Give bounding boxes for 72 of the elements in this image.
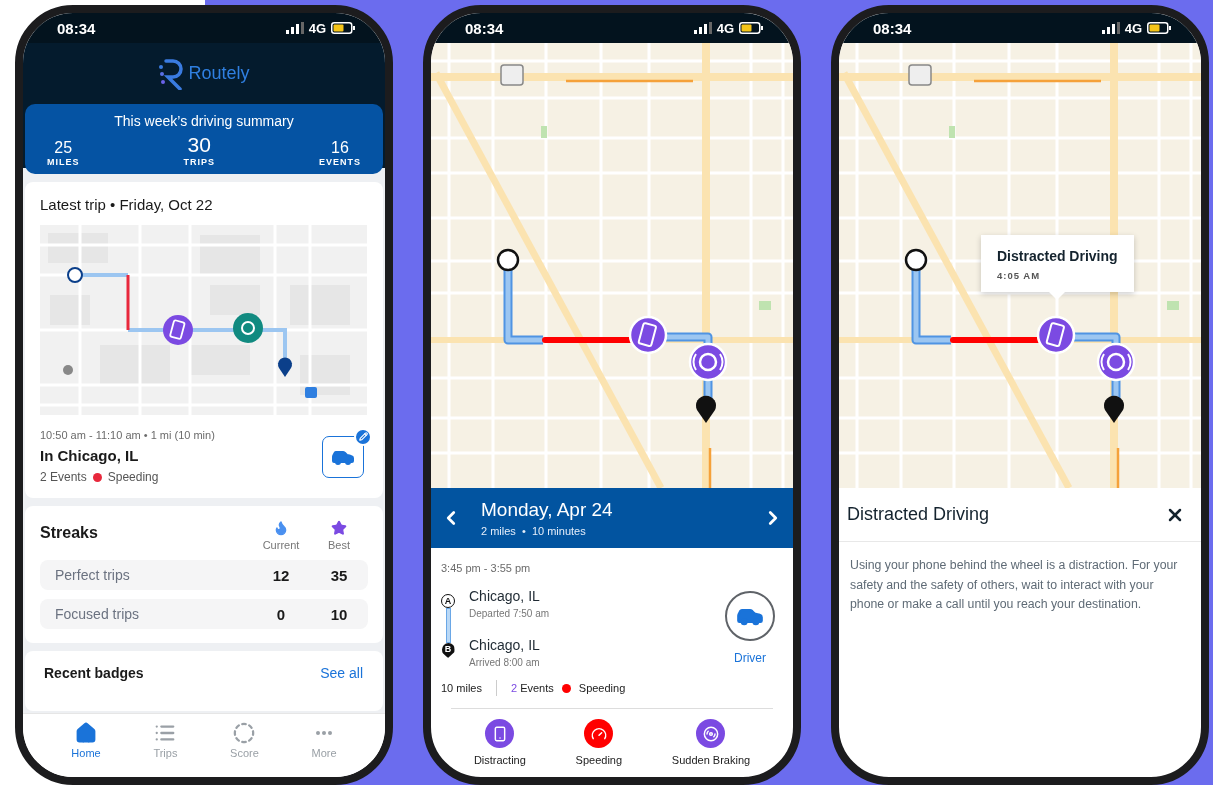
stop-name: Chicago, IL [469,588,541,604]
battery-icon [331,22,355,34]
route-connector [445,608,451,643]
event-type-label: Sudden Braking [671,754,751,766]
trip-time: 10:50 am - 11:10 am • 1 mi (10 min) [40,429,215,441]
trip-date: Monday, Apr 24 [481,499,614,521]
trip-summary: 2 miles • 10 minutes [481,525,587,537]
tooltip-title: Distracted Driving [997,248,1118,264]
house-icon [75,722,97,744]
see-all-link[interactable]: See all [320,665,363,681]
stat-value: 16 [331,139,349,157]
stat-value: 30 [187,133,211,157]
stop-name: Chicago, IL [469,637,541,653]
streak-label: Focused trips [55,606,141,622]
panel-title: Distracted Driving [847,504,990,525]
network-label: 4G [1124,20,1142,36]
event-label: Speeding [107,470,159,484]
stat-label: EVENTS [318,157,361,167]
app-name: Routely [188,63,250,84]
battery-icon [1147,22,1171,34]
card-title: Streaks [40,524,98,542]
star-icon [331,520,347,536]
dashed-circle-icon [233,722,256,744]
signal-icon [693,22,712,34]
end-marker: B [441,643,455,658]
battery-icon [739,22,763,34]
event-count: 2 Events [40,470,87,484]
event-type-label: Speeding [575,754,623,766]
streak-best: 35 [329,566,349,584]
logo-icon [158,57,185,90]
status-time: 08:34 [57,19,96,37]
latest-trip-card[interactable]: Latest trip • Friday, Oct 22 10:50 am - 11:10 am • 1 mi (10 min) In Chicago, IL 2 Events Speeding [25,182,383,498]
event-type-label: Distracting [473,754,526,766]
status-time: 08:34 [873,19,912,37]
nav-tab[interactable]: Trips [147,722,184,766]
streak-best: 10 [329,605,349,623]
nav-tab[interactable]: Home [65,722,107,766]
card-title: Recent badges [44,665,144,681]
signal-icon [1101,22,1120,34]
trip-distance: 10 miles [441,682,482,694]
stat-label: MILES [47,157,80,167]
network-label: 4G [308,20,326,36]
network-label: 4G [716,20,734,36]
column-label: Current [262,539,300,551]
column-label: Best [328,539,350,551]
summary-title: This week’s driving summary [113,113,295,129]
trip-time: 3:45 pm - 3:55 pm [441,562,532,574]
vehicle-button[interactable] [322,435,364,478]
edit-icon[interactable] [354,427,372,446]
nav-tab[interactable]: Score [224,722,265,766]
driver-label: Driver [734,651,766,665]
start-marker: A [441,594,455,608]
stop-time: Departed 7:50 am [469,608,550,619]
card-title: Latest trip • Friday, Oct 22 [40,196,214,213]
list-icon [154,722,177,744]
streak-current: 0 [275,605,287,623]
flame-icon [273,520,289,536]
nav-tab[interactable]: More [305,722,343,766]
event-count: 2 Events [510,682,554,694]
event-label: Speeding [578,682,626,694]
streak-label: Perfect trips [55,567,131,583]
stat-label: TRIPS [183,157,215,167]
ellipsis-icon [316,731,333,735]
stat-value: 25 [54,139,73,157]
stop-time: Arrived 8:00 am [469,657,541,668]
signal-icon [285,22,304,34]
trip-location: In Chicago, IL [40,447,140,464]
event-description: Using your phone behind the wheel is a distraction. For your safety and the safety of others, wait to interact with your phone or make a call until you reach your destination. [849,557,1179,613]
driver-button[interactable] [725,591,775,641]
tooltip-time: 4:05 AM [997,270,1042,281]
streak-current: 12 [271,566,291,584]
status-time: 08:34 [465,19,504,37]
